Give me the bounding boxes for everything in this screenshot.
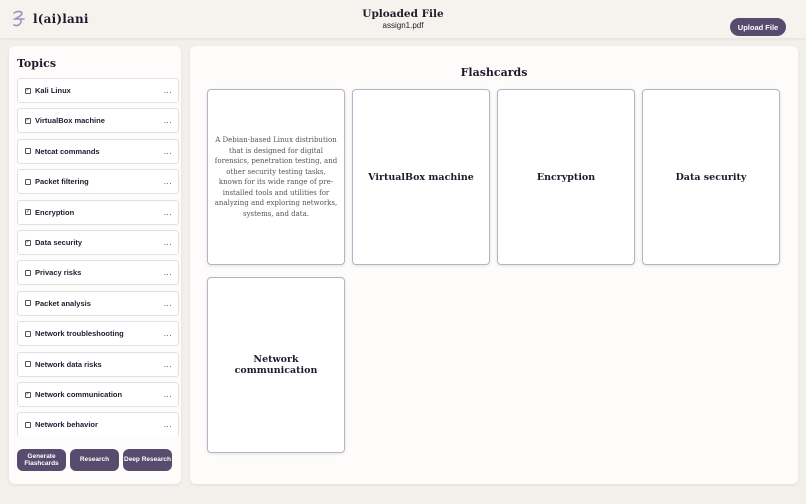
more-options-icon[interactable]: ... xyxy=(164,360,172,369)
more-options-icon[interactable]: ... xyxy=(164,390,172,399)
checkbox-checked-icon[interactable]: ✓ xyxy=(25,239,31,246)
page-title: Uploaded File xyxy=(362,8,444,20)
more-options-icon[interactable]: ... xyxy=(164,329,172,338)
app-header: l(ai)lani Uploaded File assign1.pdf Uplo… xyxy=(0,0,806,38)
topic-list[interactable]: ✓ Kali Linux... ✓ VirtualBox machine... Netc… xyxy=(17,78,179,436)
topic-label: Encryption xyxy=(35,207,75,217)
action-buttons: Generate Flashcards Research Deep Resear… xyxy=(17,449,172,471)
deep-research-button[interactable]: Deep Research xyxy=(123,449,172,471)
topic-label: Packet analysis xyxy=(35,298,91,308)
flashcard-definition: A Debian-based Linux distribution that i… xyxy=(214,136,338,218)
topics-sidebar: Topics ✓ Kali Linux... ✓ VirtualBox machine… xyxy=(9,46,181,484)
more-options-icon[interactable]: ... xyxy=(164,208,172,217)
flashcard[interactable]: A Debian-based Linux distribution that i… xyxy=(207,89,345,265)
topic-label: Network communication xyxy=(35,390,123,399)
topic-label: VirtualBox machine xyxy=(35,116,105,126)
topic-label: Data security xyxy=(35,238,83,247)
checkbox-checked-icon[interactable]: ✓ xyxy=(25,87,31,94)
more-options-icon[interactable]: ... xyxy=(164,299,172,308)
flashcard[interactable]: Encryption xyxy=(497,89,635,265)
flashcard-term: Encryption xyxy=(536,171,596,183)
more-options-icon[interactable]: ... xyxy=(164,420,172,429)
checkbox-icon[interactable] xyxy=(25,330,31,337)
more-options-icon[interactable]: ... xyxy=(164,268,172,277)
topic-item[interactable]: ✓ VirtualBox machine... xyxy=(17,108,179,134)
topic-item[interactable]: Network troubleshooting... xyxy=(17,321,179,347)
checkbox-icon[interactable] xyxy=(25,148,31,155)
more-options-icon[interactable]: ... xyxy=(164,147,172,156)
flashcard-term: VirtualBox machine xyxy=(368,171,474,183)
flashcard-term: Network communication xyxy=(234,354,318,376)
more-options-icon[interactable]: ... xyxy=(164,177,172,186)
research-button[interactable]: Research xyxy=(70,449,119,471)
checkbox-checked-icon[interactable]: ✓ xyxy=(25,391,31,398)
topic-item[interactable]: ✓ Network communication... xyxy=(17,382,179,407)
topic-label: Network behavior xyxy=(35,420,98,430)
upload-file-button[interactable]: Upload File xyxy=(730,18,786,36)
flashcard-term: Data security xyxy=(675,171,747,183)
topic-item[interactable]: Packet filtering... xyxy=(17,169,179,195)
topic-label: Privacy risks xyxy=(35,268,82,278)
topic-item[interactable]: ✓ Encryption... xyxy=(17,199,179,225)
flashcard[interactable]: Data security xyxy=(642,89,780,265)
topic-item[interactable]: ✓ Data security... xyxy=(17,230,179,255)
checkbox-icon[interactable] xyxy=(25,361,31,368)
more-options-icon[interactable]: ... xyxy=(164,238,172,247)
generate-flashcards-button[interactable]: Generate Flashcards xyxy=(17,449,66,471)
checkbox-checked-icon[interactable]: ✓ xyxy=(25,117,31,124)
flashcard[interactable]: VirtualBox machine xyxy=(352,89,490,265)
topics-title: Topics xyxy=(17,57,57,70)
flashcard[interactable]: Network communication xyxy=(207,277,345,453)
more-options-icon[interactable]: ... xyxy=(164,116,172,125)
checkbox-icon[interactable] xyxy=(25,178,31,185)
topic-item[interactable]: ✓ Kali Linux... xyxy=(17,78,179,103)
checkbox-checked-icon[interactable]: ✓ xyxy=(25,209,31,216)
flashcards-panel: Flashcards A Debian-based Linux distribu… xyxy=(190,46,798,484)
topic-label: Packet filtering xyxy=(35,177,89,187)
topic-item[interactable]: Privacy risks... xyxy=(17,260,179,286)
more-options-icon[interactable]: ... xyxy=(164,86,172,95)
checkbox-icon[interactable] xyxy=(25,300,31,307)
topic-label: Network data risks xyxy=(35,359,102,369)
topic-label: Network troubleshooting xyxy=(35,329,124,339)
topic-item[interactable]: Network data risks... xyxy=(17,351,179,377)
topic-label: Netcat commands xyxy=(35,146,100,156)
topic-item[interactable]: Network behavior... xyxy=(17,412,179,436)
checkbox-icon[interactable] xyxy=(25,421,31,428)
topic-item[interactable]: Packet analysis... xyxy=(17,290,179,316)
topic-label: Kali Linux xyxy=(35,86,71,95)
file-name: assign1.pdf xyxy=(382,21,424,30)
checkbox-icon[interactable] xyxy=(25,269,31,276)
topic-item[interactable]: Netcat commands... xyxy=(17,138,179,164)
flashcards-title: Flashcards xyxy=(460,66,528,79)
